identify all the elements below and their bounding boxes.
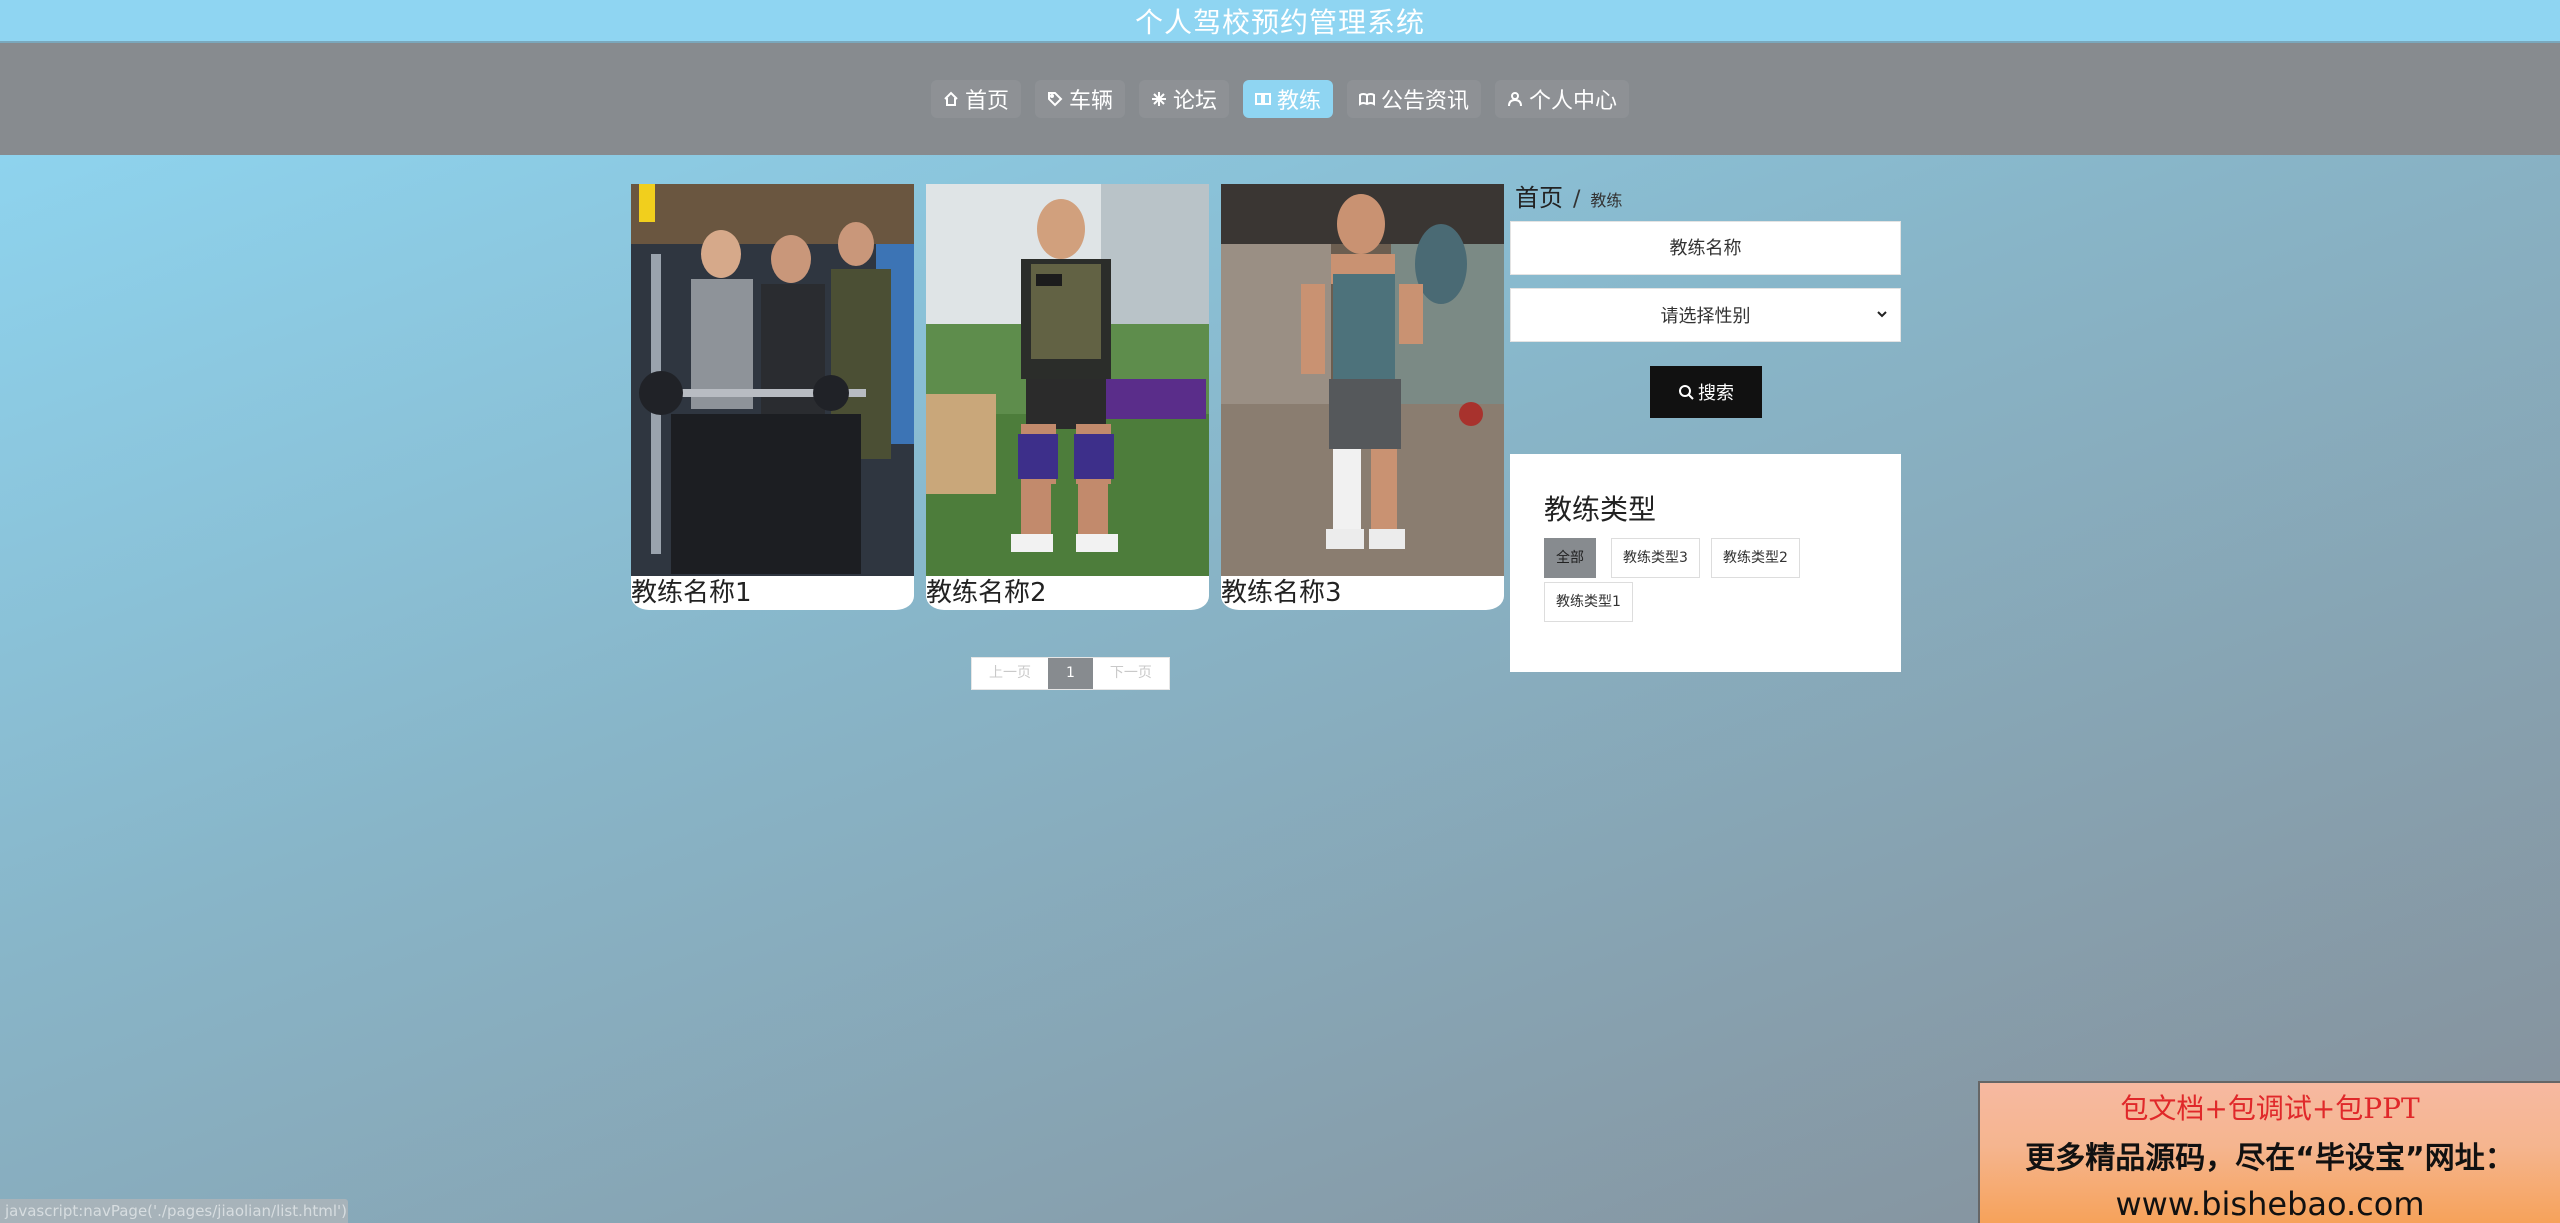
breadcrumb-current: 教练 — [1590, 191, 1623, 210]
nav-item-label: 公告资讯 — [1381, 89, 1470, 114]
site-title: 个人驾校预约管理系统 — [1134, 5, 1425, 39]
pagination: 上一页 1 下一页 — [971, 657, 1170, 690]
coach-name[interactable]: 教练名称1 — [631, 576, 914, 610]
top-title-bar: 个人驾校预约管理系统 — [0, 0, 2560, 43]
nav-item-label: 首页 — [964, 89, 1009, 114]
coach-card[interactable]: 教练名称3 — [1221, 184, 1504, 610]
nav-item-vehicles[interactable]: 车辆 — [1034, 80, 1125, 118]
breadcrumb-home-link[interactable]: 首页 — [1515, 178, 1563, 213]
gender-select-value: 请选择性别 — [1660, 306, 1751, 327]
prev-page-button[interactable]: 上一页 — [972, 658, 1048, 689]
nav-item-label: 车辆 — [1068, 89, 1113, 114]
type-tag[interactable]: 教练类型3 — [1611, 538, 1700, 578]
coach-type-panel: 教练类型 全部 教练类型3 教练类型2 教练类型1 — [1510, 454, 1901, 672]
chevron-down-icon — [1877, 311, 1887, 318]
breadcrumb: 首页 / 教练 — [1515, 178, 1622, 213]
snowflake-icon — [1151, 92, 1166, 106]
search-button-label: 搜索 — [1698, 383, 1734, 404]
coach-photo[interactable] — [926, 184, 1209, 576]
coach-photo[interactable] — [631, 184, 914, 576]
nav-item-profile[interactable]: 个人中心 — [1495, 80, 1630, 118]
type-tag[interactable]: 教练类型2 — [1711, 538, 1800, 578]
coach-name-input[interactable] — [1511, 222, 1900, 274]
open-book-icon — [1359, 93, 1376, 106]
breadcrumb-separator: / — [1573, 187, 1581, 212]
main-navbar: 首页 车辆 论坛 教练 公告资讯 个人中心 — [0, 43, 2560, 155]
promo-banner[interactable]: 包文档+包调试+包PPT 更多精品源码，尽在“毕设宝”网址： www.bishe… — [1978, 1081, 2560, 1223]
type-tag-all[interactable]: 全部 — [1544, 538, 1596, 578]
current-page[interactable]: 1 — [1048, 658, 1093, 689]
type-tag[interactable]: 教练类型1 — [1544, 582, 1633, 622]
nav-item-label: 个人中心 — [1529, 89, 1618, 114]
coach-card[interactable]: 教练名称2 — [926, 184, 1209, 610]
promo-url[interactable]: www.bishebao.com — [1980, 1185, 2560, 1223]
search-icon — [1679, 385, 1694, 400]
coach-card[interactable]: 教练名称1 — [631, 184, 914, 610]
coach-name-search-field — [1510, 221, 1901, 275]
user-icon — [1508, 92, 1523, 107]
nav-item-announcements[interactable]: 公告资讯 — [1347, 80, 1482, 118]
nav-item-forum[interactable]: 论坛 — [1138, 80, 1229, 118]
promo-line: 包文档+包调试+包PPT — [2120, 1092, 2420, 1125]
coach-type-title: 教练类型 — [1544, 493, 1657, 526]
coach-name[interactable]: 教练名称3 — [1221, 576, 1504, 610]
gender-select[interactable]: 请选择性别 — [1510, 288, 1901, 342]
nav-item-label: 教练 — [1277, 89, 1322, 114]
home-icon — [944, 91, 958, 106]
book-icon — [1255, 93, 1271, 105]
nav-item-label: 论坛 — [1172, 89, 1217, 114]
tag-icon — [1047, 92, 1063, 107]
coach-photo[interactable] — [1221, 184, 1504, 576]
nav-item-coaches[interactable]: 教练 — [1243, 80, 1334, 118]
next-page-button[interactable]: 下一页 — [1093, 658, 1169, 689]
search-button[interactable]: 搜索 — [1650, 366, 1762, 418]
browser-status-url: javascript:navPage('./pages/jiaolian/lis… — [0, 1199, 348, 1223]
coach-name[interactable]: 教练名称2 — [926, 576, 1209, 610]
nav-item-home[interactable]: 首页 — [930, 80, 1021, 118]
promo-line: 更多精品源码，尽在“毕设宝”网址： — [2025, 1141, 2515, 1176]
